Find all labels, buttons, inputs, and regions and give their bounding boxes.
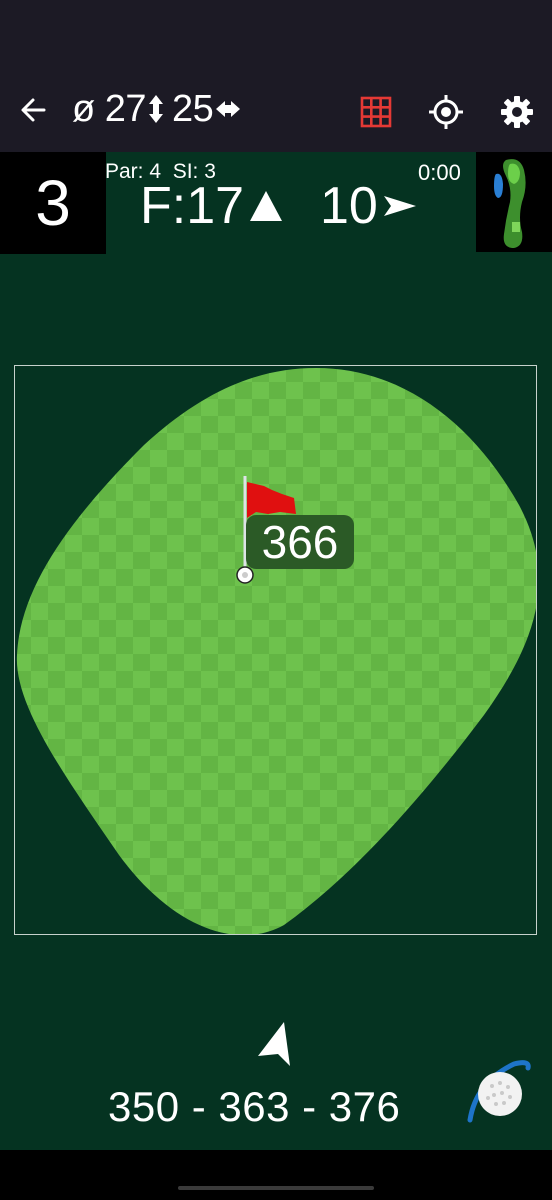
golf-ball-icon[interactable] xyxy=(464,1058,534,1126)
front-distance-value: F:17 xyxy=(140,177,245,235)
triangle-right-icon xyxy=(383,196,416,216)
bottom-bar xyxy=(0,1150,552,1200)
back-arrow-icon[interactable] xyxy=(18,94,50,126)
hole-number[interactable]: 3 xyxy=(0,152,106,254)
green-width: 25 xyxy=(172,87,214,130)
navigation-arrow-icon xyxy=(258,1022,290,1066)
green-view-frame xyxy=(14,365,537,935)
layup-distance: 10 xyxy=(320,176,418,236)
diameter-symbol: ø xyxy=(72,87,95,130)
layup-distance-value: 10 xyxy=(320,177,378,235)
target-icon[interactable] xyxy=(428,94,464,130)
hole-thumbnail[interactable] xyxy=(476,152,552,252)
triangle-up-icon xyxy=(250,191,283,221)
green-depth: 27 xyxy=(104,87,147,130)
distance-range: 350 - 363 - 376 xyxy=(108,1083,401,1130)
grid-icon[interactable] xyxy=(360,96,392,128)
pin-distance-label: 366 xyxy=(246,515,354,569)
green-dimensions: ø 27 25 xyxy=(72,84,243,134)
gear-icon[interactable] xyxy=(499,94,535,130)
timer: 0:00 xyxy=(418,160,461,185)
left-right-arrow-icon xyxy=(216,101,241,117)
front-distance: F:17 xyxy=(140,176,284,236)
home-indicator[interactable] xyxy=(178,1186,374,1190)
up-down-arrow-icon xyxy=(149,95,163,123)
